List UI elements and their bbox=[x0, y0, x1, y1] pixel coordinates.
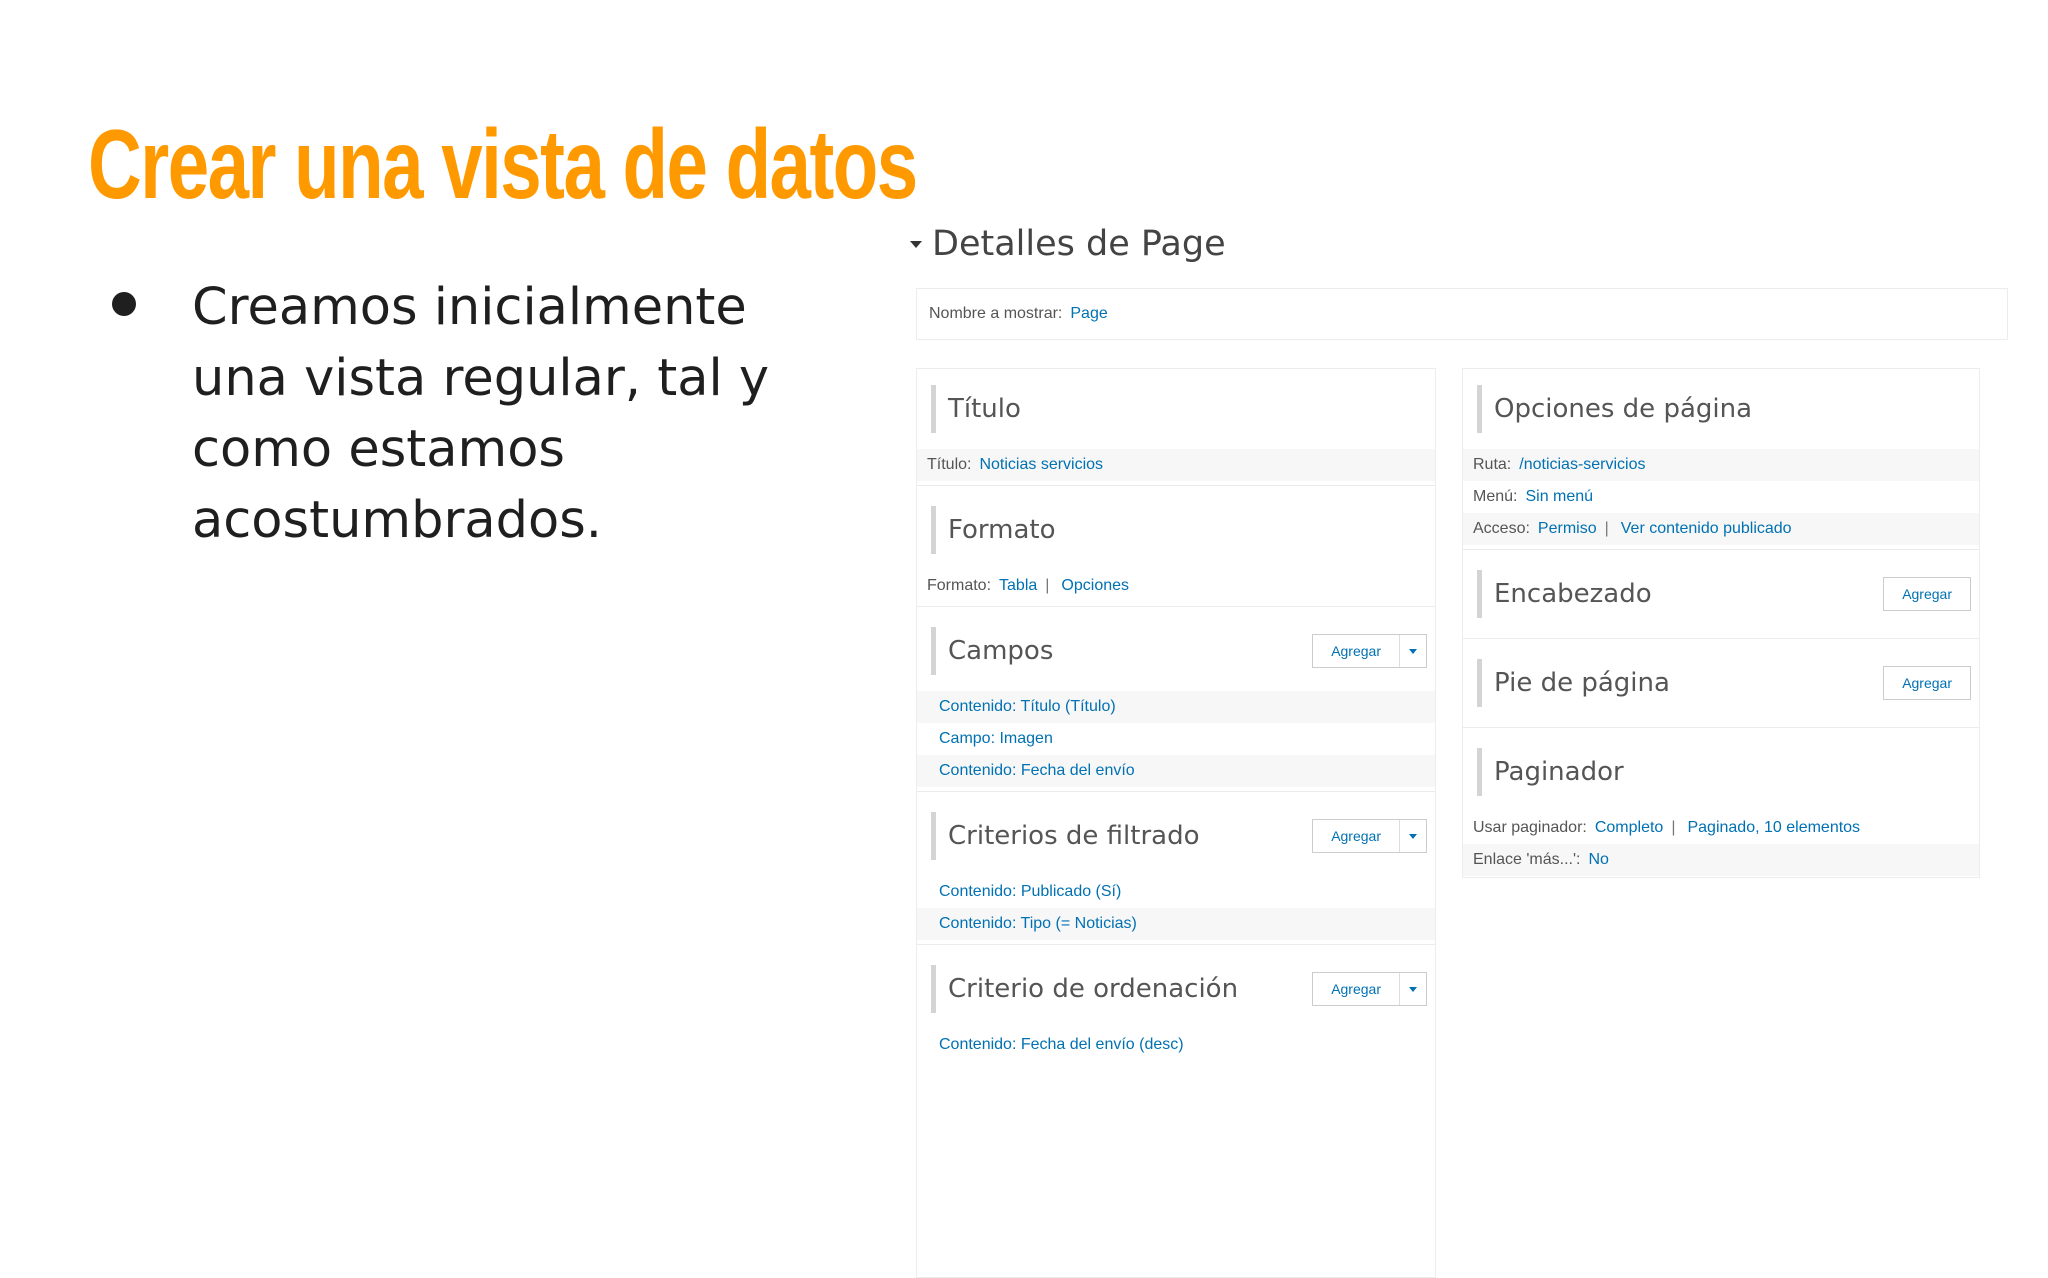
format-link[interactable]: Tabla bbox=[999, 577, 1037, 595]
filters-add-label: Agregar bbox=[1331, 828, 1381, 844]
access-separator: | bbox=[1604, 520, 1609, 537]
sort-add-label: Agregar bbox=[1331, 981, 1381, 997]
divider bbox=[1463, 549, 1979, 550]
divider bbox=[917, 485, 1435, 486]
filters-dropdown-toggle[interactable] bbox=[1399, 820, 1426, 852]
more-link-label: Enlace 'más...': bbox=[1473, 851, 1581, 868]
section-pager-header: Paginador bbox=[1463, 732, 1979, 812]
bullet-icon bbox=[112, 292, 136, 316]
section-page-options-text: Opciones de página bbox=[1477, 385, 1752, 433]
pager-extra-link[interactable]: Paginado, 10 elementos bbox=[1687, 819, 1860, 837]
section-footer-text: Pie de página bbox=[1477, 659, 1670, 707]
more-link-value[interactable]: No bbox=[1588, 851, 1608, 869]
details-heading-text: Detalles de Page bbox=[932, 224, 1226, 264]
chevron-down-icon bbox=[1409, 648, 1417, 654]
list-item: Contenido: Fecha del envío bbox=[917, 755, 1435, 787]
section-filters-text: Criterios de filtrado bbox=[931, 812, 1199, 860]
divider bbox=[917, 944, 1435, 945]
section-sort-header: Criterio de ordenación Agregar bbox=[917, 949, 1435, 1029]
list-item: Contenido: Tipo (= Noticias) bbox=[917, 908, 1435, 940]
section-title-header: Título bbox=[917, 369, 1435, 449]
menu-link[interactable]: Sin menú bbox=[1525, 488, 1593, 506]
path-row: Ruta: /noticias-servicios bbox=[1463, 449, 1979, 481]
section-format-header: Formato bbox=[917, 490, 1435, 570]
section-header-area: Encabezado Agregar bbox=[1463, 554, 1979, 634]
sort-dropdown-toggle[interactable] bbox=[1399, 973, 1426, 1005]
section-pager-text: Paginador bbox=[1477, 748, 1624, 796]
access-label: Acceso: bbox=[1473, 520, 1530, 537]
filter-link[interactable]: Contenido: Publicado (Sí) bbox=[939, 883, 1121, 901]
section-footer-area: Pie de página Agregar bbox=[1463, 643, 1979, 723]
sort-link[interactable]: Contenido: Fecha del envío (desc) bbox=[939, 1036, 1184, 1054]
section-sort-text: Criterio de ordenación bbox=[931, 965, 1238, 1013]
list-item: Campo: Imagen bbox=[917, 723, 1435, 755]
title-link[interactable]: Noticias servicios bbox=[979, 456, 1103, 474]
menu-row: Menú: Sin menú bbox=[1463, 481, 1979, 513]
bullet-text: Creamos inicialmente una vista regular, … bbox=[192, 278, 770, 550]
pager-label: Usar paginador: bbox=[1473, 819, 1587, 836]
path-label: Ruta: bbox=[1473, 456, 1512, 473]
fields-add-label: Agregar bbox=[1331, 643, 1381, 659]
sort-add-button[interactable]: Agregar bbox=[1312, 972, 1427, 1006]
fields-add-button[interactable]: Agregar bbox=[1312, 634, 1427, 668]
header-add-button[interactable]: Agregar bbox=[1883, 577, 1971, 611]
field-link[interactable]: Contenido: Título (Título) bbox=[939, 698, 1116, 716]
display-name-label: Nombre a mostrar: bbox=[929, 305, 1063, 322]
list-item: Contenido: Fecha del envío (desc) bbox=[917, 1029, 1435, 1061]
menu-label: Menú: bbox=[1473, 488, 1518, 505]
pager-separator: | bbox=[1671, 819, 1676, 836]
format-options-link[interactable]: Opciones bbox=[1061, 577, 1129, 595]
format-separator: | bbox=[1045, 577, 1050, 594]
details-heading[interactable]: Detalles de Page bbox=[910, 224, 1226, 264]
access-extra-link[interactable]: Ver contenido publicado bbox=[1621, 520, 1792, 538]
section-title-text: Título bbox=[931, 385, 1021, 433]
title-label: Título: bbox=[927, 456, 972, 473]
views-screenshot: Detalles de Page Nombre a mostrar: Page … bbox=[910, 218, 2010, 1278]
chevron-down-icon bbox=[1409, 986, 1417, 992]
section-page-options-header: Opciones de página bbox=[1463, 369, 1979, 449]
chevron-down-icon bbox=[1409, 833, 1417, 839]
header-add-label: Agregar bbox=[1902, 586, 1952, 602]
section-fields-text: Campos bbox=[931, 627, 1053, 675]
filters-add-button[interactable]: Agregar bbox=[1312, 819, 1427, 853]
format-row: Formato: Tabla | Opciones bbox=[917, 570, 1435, 602]
section-format-text: Formato bbox=[931, 506, 1056, 554]
display-name-bar: Nombre a mostrar: Page bbox=[916, 288, 2008, 340]
title-row: Título: Noticias servicios bbox=[917, 449, 1435, 481]
field-link[interactable]: Contenido: Fecha del envío bbox=[939, 762, 1135, 780]
access-row: Acceso: Permiso | Ver contenido publicad… bbox=[1463, 513, 1979, 545]
section-header-text: Encabezado bbox=[1477, 570, 1652, 618]
divider bbox=[1463, 727, 1979, 728]
footer-add-button[interactable]: Agregar bbox=[1883, 666, 1971, 700]
slide-title: Crear una vista de datos bbox=[88, 109, 918, 219]
list-item: Contenido: Título (Título) bbox=[917, 691, 1435, 723]
format-label: Formato: bbox=[927, 577, 992, 594]
field-link[interactable]: Campo: Imagen bbox=[939, 730, 1053, 748]
footer-add-label: Agregar bbox=[1902, 675, 1952, 691]
pager-link[interactable]: Completo bbox=[1595, 819, 1663, 837]
section-filters-header: Criterios de filtrado Agregar bbox=[917, 796, 1435, 876]
fields-dropdown-toggle[interactable] bbox=[1399, 635, 1426, 667]
list-item: Contenido: Publicado (Sí) bbox=[917, 876, 1435, 908]
caret-down-icon bbox=[910, 240, 922, 248]
pager-row: Usar paginador: Completo | Paginado, 10 … bbox=[1463, 812, 1979, 844]
divider bbox=[917, 791, 1435, 792]
display-name-link[interactable]: Page bbox=[1070, 305, 1107, 323]
more-link-row: Enlace 'más...': No bbox=[1463, 844, 1979, 876]
right-column: Opciones de página Ruta: /noticias-servi… bbox=[1462, 368, 1980, 878]
divider bbox=[1463, 638, 1979, 639]
divider bbox=[917, 606, 1435, 607]
path-link[interactable]: /noticias-servicios bbox=[1519, 456, 1645, 474]
access-link[interactable]: Permiso bbox=[1538, 520, 1597, 538]
left-column: Título Título: Noticias servicios Format… bbox=[916, 368, 1436, 1278]
filter-link[interactable]: Contenido: Tipo (= Noticias) bbox=[939, 915, 1137, 933]
section-fields-header: Campos Agregar bbox=[917, 611, 1435, 691]
